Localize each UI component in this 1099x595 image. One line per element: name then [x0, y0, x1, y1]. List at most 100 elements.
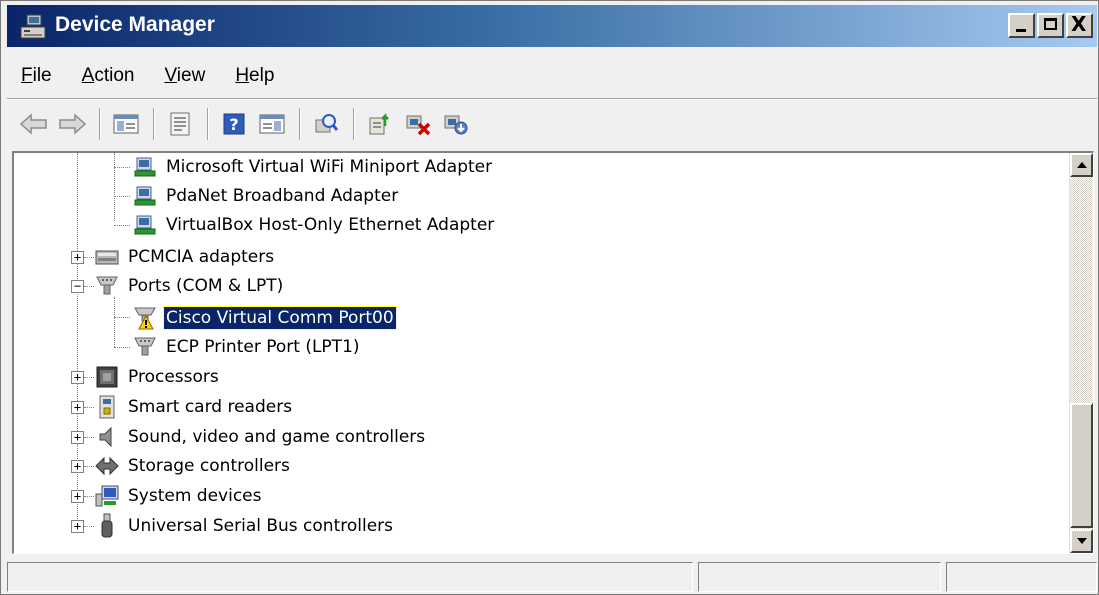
maximize-button[interactable]	[1037, 13, 1064, 38]
action-pane-button[interactable]	[257, 109, 287, 139]
tree-item-processors[interactable]: Processors	[94, 363, 221, 391]
back-arrow-icon	[19, 113, 47, 135]
disable-device-button[interactable]	[441, 109, 471, 139]
arrow-up-icon	[1077, 162, 1087, 168]
tree-item-system-devices[interactable]: System devices	[94, 482, 264, 510]
expand-system-toggle[interactable]: +	[71, 490, 84, 503]
tree-guide-line	[84, 257, 94, 258]
show-hide-console-tree-button[interactable]	[111, 109, 141, 139]
port-icon	[132, 335, 158, 359]
minimize-icon	[1016, 29, 1026, 32]
tree-item-microsoft-virtual-wifi[interactable]: Microsoft Virtual WiFi Miniport Adapter	[132, 153, 494, 181]
forward-button[interactable]	[57, 109, 87, 139]
processor-icon	[94, 365, 120, 389]
scroll-down-button[interactable]	[1070, 529, 1093, 553]
toolbar-separator	[353, 108, 355, 140]
tree-guide-line	[84, 526, 94, 527]
tree-guide-line	[84, 377, 94, 378]
toolbar-separator	[207, 108, 209, 140]
expand-processors-toggle[interactable]: +	[71, 371, 84, 384]
device-manager-app-icon	[20, 14, 46, 39]
tree-guide-line	[114, 347, 130, 348]
status-panel-right	[946, 562, 1097, 592]
show-hide-console-tree-icon	[113, 114, 139, 134]
collapse-ports-toggle[interactable]: −	[71, 280, 84, 293]
storage-icon	[94, 454, 120, 478]
title-bar[interactable]: Device Manager X	[7, 5, 1097, 47]
properties-button[interactable]	[165, 109, 195, 139]
toolbar: ?	[7, 101, 1097, 147]
tree-guide-line	[84, 286, 94, 287]
menu-separator	[7, 98, 1097, 100]
network-adapter-icon	[132, 213, 158, 237]
toolbar-separator	[99, 108, 101, 140]
tree-guide-line	[114, 317, 130, 318]
pcmcia-icon	[94, 245, 120, 269]
speaker-icon	[94, 425, 120, 449]
toolbar-separator	[153, 108, 155, 140]
forward-arrow-icon	[59, 113, 87, 135]
tree-item-usb-controllers[interactable]: Universal Serial Bus controllers	[94, 512, 395, 540]
tree-item-sound-video-game[interactable]: Sound, video and game controllers	[94, 423, 427, 451]
help-button[interactable]: ?	[219, 109, 249, 139]
back-button[interactable]	[19, 109, 49, 139]
update-driver-button[interactable]	[365, 109, 395, 139]
status-panel-middle	[698, 562, 941, 592]
smart-card-icon	[94, 395, 120, 419]
window-title: Device Manager	[55, 13, 215, 36]
tree-guide-line	[114, 225, 130, 226]
menu-file[interactable]: File	[21, 65, 52, 87]
device-tree[interactable]: + − + + + + + + Microsoft Virtual WiFi M…	[12, 151, 1094, 554]
help-icon: ?	[223, 113, 245, 135]
uninstall-device-icon	[406, 115, 431, 136]
tree-guide-line	[114, 297, 115, 347]
port-icon	[94, 274, 120, 298]
uninstall-device-button[interactable]	[403, 109, 433, 139]
menu-help[interactable]: Help	[235, 65, 274, 87]
menu-view[interactable]: View	[164, 65, 205, 87]
expand-smart-card-toggle[interactable]: +	[71, 401, 84, 414]
minimize-button[interactable]	[1008, 13, 1035, 38]
tree-guide-line	[84, 407, 94, 408]
action-pane-icon	[259, 114, 285, 134]
maximize-icon	[1044, 18, 1057, 30]
tree-item-cisco-virtual-comm-port[interactable]: Cisco Virtual Comm Port00	[132, 304, 397, 332]
scroll-up-button[interactable]	[1070, 153, 1093, 177]
menu-bar: File Action View Help	[7, 55, 1097, 97]
expand-sound-toggle[interactable]: +	[71, 431, 84, 444]
tree-item-ecp-printer-port[interactable]: ECP Printer Port (LPT1)	[132, 333, 362, 361]
properties-icon	[170, 112, 190, 136]
scroll-thumb[interactable]	[1070, 403, 1093, 528]
tree-guide-line	[114, 196, 130, 197]
tree-guide-line	[84, 466, 94, 467]
port-warning-icon	[132, 306, 158, 330]
expand-usb-toggle[interactable]: +	[71, 520, 84, 533]
tree-item-pdanet-adapter[interactable]: PdaNet Broadband Adapter	[132, 182, 400, 210]
tree-vertical-scrollbar[interactable]	[1069, 153, 1093, 553]
close-icon: X	[1071, 12, 1087, 36]
tree-item-storage-controllers[interactable]: Storage controllers	[94, 452, 292, 480]
scan-hardware-button[interactable]	[311, 109, 341, 139]
menu-action[interactable]: Action	[82, 65, 135, 87]
network-adapter-icon	[132, 155, 158, 179]
scan-hardware-icon	[315, 114, 339, 133]
tree-guide-line	[114, 167, 130, 168]
tree-guide-line	[77, 431, 78, 531]
svg-text:?: ?	[229, 115, 238, 134]
disable-device-icon	[444, 115, 468, 135]
tree-item-smart-card-readers[interactable]: Smart card readers	[94, 393, 294, 421]
update-driver-icon	[369, 112, 389, 135]
tree-item-pcmcia-adapters[interactable]: PCMCIA adapters	[94, 243, 276, 271]
tree-guide-line	[114, 153, 115, 221]
status-bar	[7, 562, 1097, 592]
tree-guide-line	[84, 496, 94, 497]
tree-item-ports[interactable]: Ports (COM & LPT)	[94, 272, 285, 300]
tree-guide-line	[84, 437, 94, 438]
network-adapter-icon	[132, 184, 158, 208]
system-icon	[94, 484, 120, 508]
expand-storage-toggle[interactable]: +	[71, 460, 84, 473]
expand-pcmcia-toggle[interactable]: +	[71, 251, 84, 264]
tree-item-virtualbox-adapter[interactable]: VirtualBox Host-Only Ethernet Adapter	[132, 211, 496, 239]
close-button[interactable]: X	[1066, 12, 1093, 38]
usb-icon	[94, 513, 120, 538]
